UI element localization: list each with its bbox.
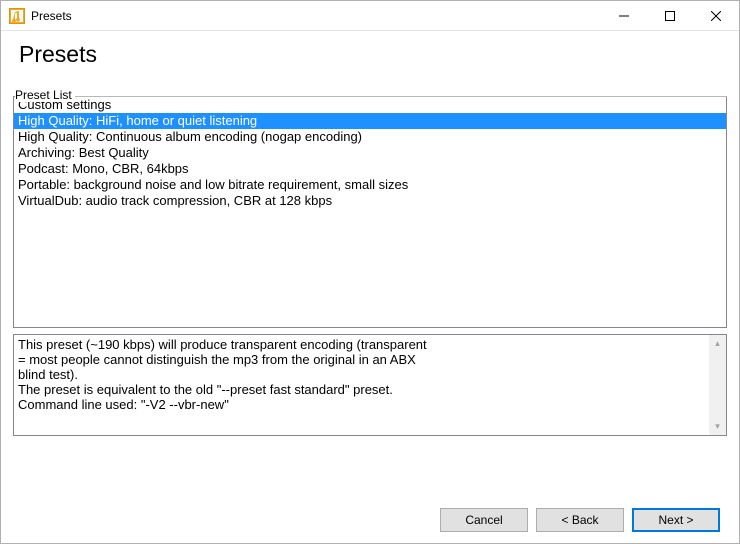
close-button[interactable] xyxy=(693,1,739,31)
preset-item[interactable]: Custom settings xyxy=(14,97,726,113)
minimize-button[interactable] xyxy=(601,1,647,31)
preset-item[interactable]: Podcast: Mono, CBR, 64kbps xyxy=(14,161,726,177)
preset-listbox[interactable]: Custom settingsHigh Quality: HiFi, home … xyxy=(13,96,727,328)
next-button[interactable]: Next > xyxy=(632,508,720,532)
description-scrollbar[interactable]: ▴ ▾ xyxy=(709,335,726,435)
maximize-button[interactable] xyxy=(647,1,693,31)
scroll-up-arrow[interactable]: ▴ xyxy=(709,335,726,352)
preset-item[interactable]: High Quality: Continuous album encoding … xyxy=(14,129,726,145)
preset-description: This preset (~190 kbps) will produce tra… xyxy=(13,334,727,436)
preset-item[interactable]: VirtualDub: audio track compression, CBR… xyxy=(14,193,726,209)
cancel-button[interactable]: Cancel xyxy=(440,508,528,532)
preset-item[interactable]: Portable: background noise and low bitra… xyxy=(14,177,726,193)
description-line: The preset is equivalent to the old "--p… xyxy=(18,382,722,397)
description-line: blind test). xyxy=(18,367,722,382)
app-icon xyxy=(9,8,25,24)
scroll-down-arrow[interactable]: ▾ xyxy=(709,418,726,435)
back-button[interactable]: < Back xyxy=(536,508,624,532)
preset-description-text: This preset (~190 kbps) will produce tra… xyxy=(18,337,722,412)
page-header: Presets xyxy=(1,31,739,84)
preset-list-group: Preset List Custom settingsHigh Quality:… xyxy=(13,96,727,436)
description-line: = most people cannot distinguish the mp3… xyxy=(18,352,722,367)
description-line: Command line used: "-V2 --vbr-new" xyxy=(18,397,722,412)
groupbox-divider xyxy=(75,96,727,97)
preset-list-label: Preset List xyxy=(15,88,75,102)
preset-item[interactable]: Archiving: Best Quality xyxy=(14,145,726,161)
wizard-button-row: Cancel < Back Next > xyxy=(440,508,720,532)
description-line: This preset (~190 kbps) will produce tra… xyxy=(18,337,722,352)
preset-item[interactable]: High Quality: HiFi, home or quiet listen… xyxy=(14,113,726,129)
titlebar: Presets xyxy=(1,1,739,31)
window-title: Presets xyxy=(31,9,72,23)
page-title: Presets xyxy=(19,41,721,68)
